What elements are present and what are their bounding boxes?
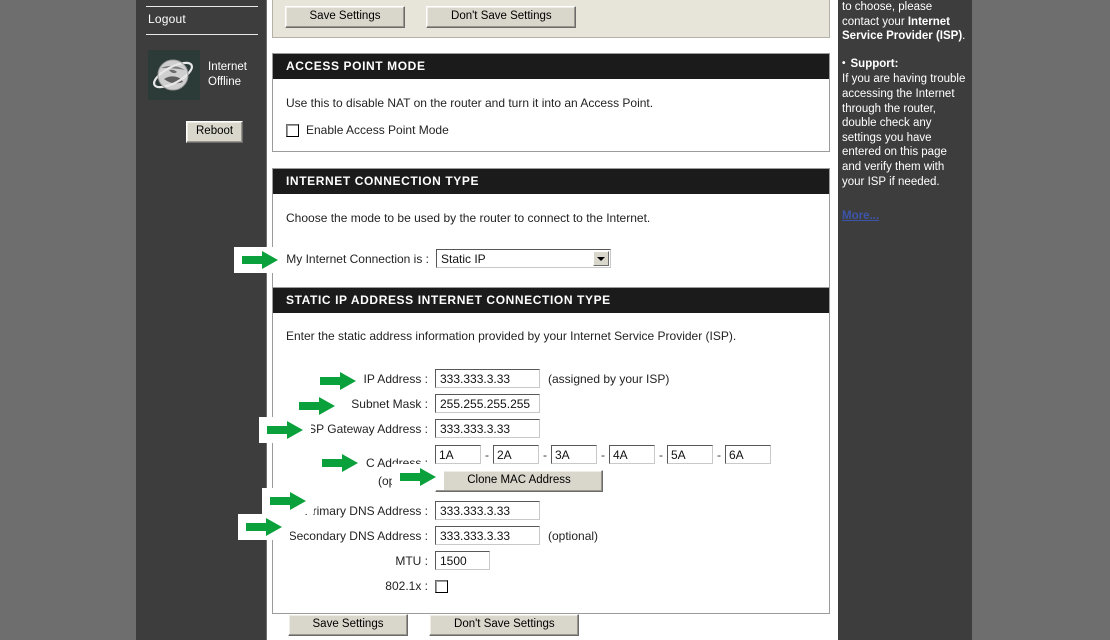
static-ip-description: Enter the static address information pro… — [286, 329, 737, 343]
subnet-mask-input[interactable]: 255.255.255.255 — [435, 394, 540, 413]
mtu-row: MTU : 1500 — [273, 548, 829, 573]
page-right-gutter — [972, 0, 1110, 640]
mac-octet-3[interactable]: 3A — [551, 445, 597, 464]
reboot-button-wrap: Reboot — [186, 121, 244, 143]
isp-gateway-row: ISP Gateway Address : 333.333.3.33 — [273, 416, 829, 441]
ip-address-note: (assigned by your ISP) — [548, 371, 670, 386]
dot1x-checkbox[interactable] — [435, 579, 448, 593]
mac-octet-2[interactable]: 2A — [493, 445, 539, 464]
internet-connection-type-description: Choose the mode to be used by the router… — [286, 211, 651, 225]
help-sidebar: to choose, please contact your Internet … — [838, 0, 972, 640]
help-support-text: If you are having trouble accessing the … — [842, 73, 966, 188]
mac-octet-4[interactable]: 4A — [609, 445, 655, 464]
mac-octet-1[interactable]: 1A — [435, 445, 481, 464]
main-content: Save Settings Don't Save Settings ACCESS… — [267, 0, 837, 640]
callout-arrow-isp-gateway — [259, 417, 311, 443]
dont-save-settings-button-bottom[interactable]: Don't Save Settings — [429, 614, 580, 636]
mac-address-octets: 1A - 2A - 3A - 4A - 5A - 6A — [435, 445, 771, 464]
dont-save-settings-button-top[interactable]: Don't Save Settings — [426, 6, 577, 28]
callout-arrow-clone-mac — [392, 464, 444, 490]
top-button-row: Save Settings Don't Save Settings — [285, 6, 594, 28]
reboot-button[interactable]: Reboot — [186, 121, 244, 143]
dot1x-row: 802.1x : — [273, 573, 829, 599]
enable-access-point-checkbox[interactable] — [286, 123, 299, 137]
mac-sep-5: - — [717, 447, 721, 462]
mac-sep-3: - — [601, 447, 605, 462]
my-internet-connection-value: Static IP — [441, 252, 486, 266]
enable-access-point-row[interactable]: Enable Access Point Mode — [273, 110, 829, 151]
secondary-dns-row: Secondary DNS Address : 333.333.3.33 (op… — [273, 523, 829, 548]
internet-connection-type-body: Choose the mode to be used by the router… — [273, 194, 829, 289]
primary-dns-input[interactable]: 333.333.3.33 — [435, 501, 540, 520]
ip-address-input[interactable]: 333.333.3.33 — [435, 369, 540, 388]
callout-arrow-primary-dns — [262, 488, 314, 514]
top-button-bar: Save Settings Don't Save Settings — [272, 0, 830, 38]
callout-arrow-ip-address — [312, 368, 364, 394]
help-paragraph-isp: to choose, please contact your Internet … — [842, 0, 966, 44]
sidebar-divider-top — [146, 6, 258, 7]
router-admin-page: Logout Internet Offline Reboot Save Sett — [0, 0, 1110, 640]
mac-octet-6[interactable]: 6A — [725, 445, 771, 464]
my-internet-connection-label: My Internet Connection is : — [286, 251, 429, 266]
my-internet-connection-select[interactable]: Static IP — [436, 249, 611, 268]
chevron-down-icon[interactable] — [593, 251, 609, 266]
access-point-mode-heading: ACCESS POINT MODE — [273, 54, 829, 79]
enable-access-point-label: Enable Access Point Mode — [306, 123, 449, 137]
subnet-mask-row: Subnet Mask : 255.255.255.255 — [273, 391, 829, 416]
primary-dns-row: Primary DNS Address : 333.333.3.33 — [273, 498, 829, 523]
static-ip-heading: STATIC IP ADDRESS INTERNET CONNECTION TY… — [273, 288, 829, 313]
help-support-heading: Support: — [842, 57, 966, 73]
mac-sep-1: - — [485, 447, 489, 462]
internet-status: Internet Offline — [208, 60, 247, 90]
bottom-button-row: Save Settings Don't Save Settings — [288, 614, 580, 636]
mac-sep-2: - — [543, 447, 547, 462]
logout-link[interactable]: Logout — [148, 12, 258, 26]
my-internet-connection-row: My Internet Connection is : Static IP — [273, 246, 829, 271]
mtu-label: MTU : — [395, 553, 428, 568]
access-point-mode-panel: ACCESS POINT MODE Use this to disable NA… — [272, 53, 830, 152]
callout-arrow-secondary-dns — [238, 514, 290, 540]
internet-status-line1: Internet — [208, 61, 247, 73]
left-sidebar: Logout Internet Offline Reboot — [136, 0, 266, 640]
globe-icon — [148, 50, 200, 100]
callout-arrow-connection-type — [234, 247, 286, 273]
save-settings-button-top[interactable]: Save Settings — [285, 6, 405, 28]
internet-status-line2: Offline — [208, 76, 242, 88]
callout-arrow-mac-address — [314, 450, 366, 476]
dot1x-label: 802.1x : — [385, 579, 428, 593]
isp-gateway-input[interactable]: 333.333.3.33 — [435, 419, 540, 438]
sidebar-divider-bottom — [146, 34, 258, 35]
save-settings-button-bottom[interactable]: Save Settings — [288, 614, 408, 636]
secondary-dns-note: (optional) — [548, 528, 599, 543]
help-more-link[interactable]: More... — [842, 209, 879, 224]
mac-sep-4: - — [659, 447, 663, 462]
callout-arrow-subnet-mask — [291, 393, 343, 419]
access-point-mode-description: Use this to disable NAT on the router an… — [286, 96, 654, 110]
mtu-input[interactable]: 1500 — [435, 551, 490, 570]
clone-mac-address-button[interactable]: Clone MAC Address — [435, 470, 603, 492]
internet-connection-type-panel: INTERNET CONNECTION TYPE Choose the mode… — [272, 168, 830, 290]
mac-octet-5[interactable]: 5A — [667, 445, 713, 464]
help-para1-post: . — [962, 30, 966, 43]
internet-connection-type-heading: INTERNET CONNECTION TYPE — [273, 169, 829, 194]
access-point-mode-body: Use this to disable NAT on the router an… — [273, 79, 829, 151]
secondary-dns-label: Secondary DNS Address : — [288, 528, 428, 543]
page-left-gutter — [0, 0, 135, 640]
secondary-dns-input[interactable]: 333.333.3.33 — [435, 526, 540, 545]
